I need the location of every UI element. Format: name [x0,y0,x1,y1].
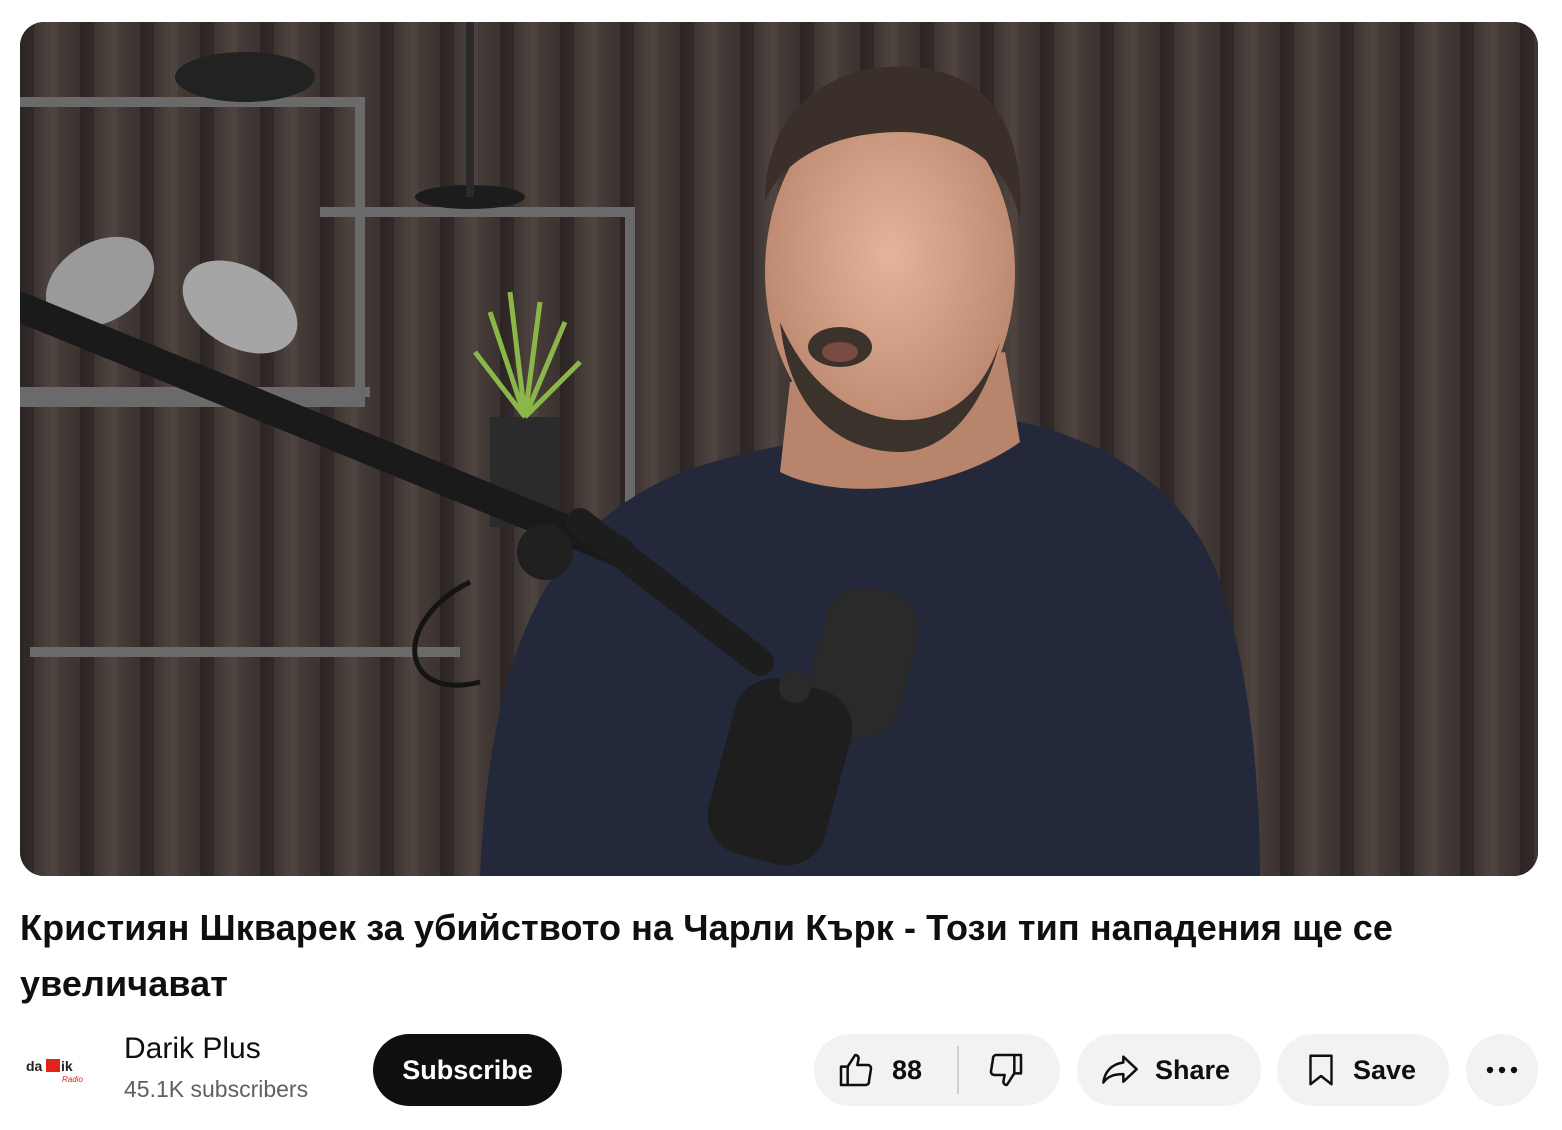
share-label: Share [1155,1054,1231,1085]
save-label: Save [1353,1054,1417,1085]
more-actions-button[interactable] [1466,1034,1538,1106]
more-horizontal-icon [1484,1064,1520,1076]
subscriber-count: 45.1K subscribers [124,1076,309,1102]
channel-owner: da ik Radio Darik Plus 45.1K subscribers… [20,1030,580,1110]
darik-logo-icon: da ik Radio [26,1058,83,1084]
video-frame [20,22,1538,876]
thumbs-up-icon [836,1050,876,1090]
svg-text:Radio: Radio [62,1075,83,1084]
like-button[interactable]: 88 [814,1034,958,1106]
bookmark-icon [1303,1050,1339,1090]
dislike-button[interactable] [960,1034,1060,1106]
thumbs-down-icon [986,1050,1026,1090]
share-button[interactable]: Share [1077,1034,1261,1106]
share-arrow-icon [1099,1050,1141,1090]
video-title: Кристиян Шкварек за убийството на Чарли … [20,907,1394,1004]
like-divider [957,1046,959,1094]
like-dislike-pill: 88 [814,1034,1060,1106]
like-count: 88 [892,1054,923,1085]
video-player[interactable] [20,22,1538,876]
channel-avatar[interactable]: da ik Radio [20,1030,100,1110]
svg-text:ik: ik [61,1058,73,1074]
svg-text:da: da [26,1058,43,1074]
channel-name[interactable]: Darik Plus [124,1032,261,1066]
subscribe-button[interactable]: Subscribe [373,1034,562,1106]
save-button[interactable]: Save [1277,1034,1449,1106]
